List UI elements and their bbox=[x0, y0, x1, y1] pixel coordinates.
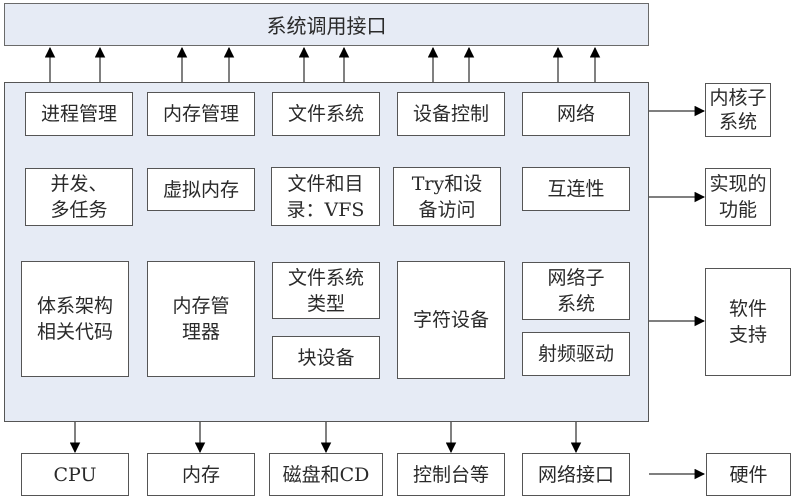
software-char-devices: 字符设备 bbox=[397, 261, 505, 379]
software-arch-code: 体系架构 相关代码 bbox=[21, 261, 129, 377]
box-label: CPU bbox=[53, 463, 97, 486]
box-label: 互连性 bbox=[547, 178, 605, 200]
box-label-line: 并发、 bbox=[50, 173, 108, 195]
box-label: 网络接口 bbox=[537, 463, 614, 486]
subsystem-networking: 网络 bbox=[522, 92, 630, 136]
box-label: 字符设备 bbox=[412, 309, 489, 331]
box-label: 进程管理 bbox=[40, 103, 117, 125]
software-fs-types: 文件系统 类型 bbox=[272, 262, 380, 319]
box-label-line: 类型 bbox=[306, 292, 345, 315]
box-label: 块设备 bbox=[297, 346, 355, 369]
software-memory-manager: 内存管 理器 bbox=[147, 261, 255, 377]
box-label-line: 文件和目 bbox=[287, 172, 364, 195]
box-label-line: Try和设 bbox=[411, 172, 483, 195]
box-label-line: 理器 bbox=[181, 321, 220, 343]
box-label-line: 体系架构 bbox=[36, 295, 113, 317]
software-network-subsystem: 网络子 系统 bbox=[522, 262, 630, 320]
box-label: 内存管理 bbox=[162, 103, 239, 125]
box-label-line: 功能 bbox=[718, 199, 757, 221]
feature-connectivity: 互连性 bbox=[522, 167, 630, 211]
software-block-devices: 块设备 bbox=[272, 336, 380, 379]
box-label-line: 内核子 bbox=[709, 87, 767, 109]
box-label-line: 网络子 bbox=[547, 267, 605, 289]
subsystem-process-management: 进程管理 bbox=[25, 92, 133, 136]
box-label-line: 备访问 bbox=[418, 198, 476, 221]
box-label-line: 内存管 bbox=[172, 295, 230, 317]
hardware-disk-cd: 磁盘和CD bbox=[269, 453, 383, 496]
hardware-cpu: CPU bbox=[21, 453, 129, 496]
box-label: 文件系统 bbox=[287, 103, 364, 125]
box-label-line: 支持 bbox=[728, 324, 767, 346]
box-label-line: 系统 bbox=[718, 111, 757, 133]
row-label-software-support: 软件 支持 bbox=[705, 268, 791, 376]
feature-virtual-memory: 虚拟内存 bbox=[147, 168, 255, 211]
subsystem-device-control: 设备控制 bbox=[397, 92, 505, 136]
system-call-interface-label: 系统调用接口 bbox=[266, 14, 387, 38]
box-label-line: 录：VFS bbox=[286, 198, 365, 221]
box-label: 磁盘和CD bbox=[282, 463, 370, 486]
box-label-line: 系统 bbox=[556, 293, 595, 315]
hardware-console: 控制台等 bbox=[397, 453, 505, 496]
box-label: 硬件 bbox=[729, 463, 768, 486]
box-label: 网络 bbox=[556, 103, 595, 125]
hardware-network-interface: 网络接口 bbox=[522, 453, 630, 496]
box-label-line: 多任务 bbox=[50, 199, 108, 221]
subsystem-memory-management: 内存管理 bbox=[147, 92, 255, 136]
label-arrows bbox=[649, 105, 706, 480]
feature-vfs: 文件和目 录：VFS bbox=[271, 167, 380, 226]
box-label: 虚拟内存 bbox=[162, 178, 239, 201]
system-call-interface: 系统调用接口 bbox=[4, 3, 649, 46]
box-label-line: 实现的 bbox=[709, 173, 767, 195]
feature-device-access: Try和设 备访问 bbox=[393, 167, 501, 226]
feature-concurrency: 并发、 多任务 bbox=[25, 168, 133, 226]
subsystem-file-system: 文件系统 bbox=[272, 92, 380, 136]
box-label-line: 文件系统 bbox=[287, 266, 364, 289]
box-label-line: 软件 bbox=[728, 298, 767, 320]
box-label: 设备控制 bbox=[412, 103, 489, 125]
software-rf-drivers: 射频驱动 bbox=[522, 332, 630, 376]
row-label-kernel-subsystem: 内核子 系统 bbox=[705, 83, 771, 137]
box-label: 射频驱动 bbox=[537, 343, 614, 365]
box-label: 控制台等 bbox=[412, 463, 489, 486]
box-label: 内存 bbox=[181, 463, 220, 486]
box-label-line: 相关代码 bbox=[36, 321, 113, 343]
hardware-memory: 内存 bbox=[147, 453, 255, 496]
row-label-features: 实现的 功能 bbox=[705, 168, 771, 226]
row-label-hardware: 硬件 bbox=[706, 453, 791, 496]
